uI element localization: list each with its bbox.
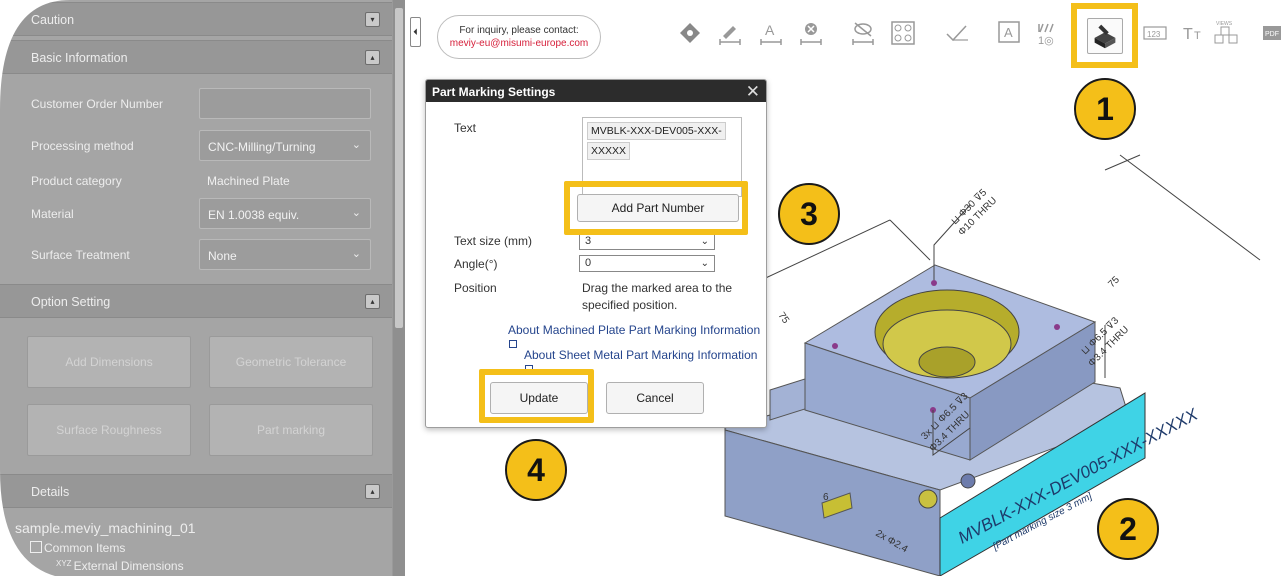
chevron-down-icon: ⌄ <box>351 248 361 260</box>
machined-plate-link-label: About Machined Plate Part Marking Inform… <box>508 323 761 337</box>
counterbore-hole <box>960 473 976 489</box>
target-icon[interactable] <box>676 20 704 50</box>
views-icon[interactable]: VIEWS <box>1212 20 1240 50</box>
step-badge-2: 2 <box>1097 498 1159 560</box>
hide-dimension-icon[interactable] <box>849 20 877 50</box>
dim-75: 75 <box>776 310 792 326</box>
text-label: Text <box>454 121 477 135</box>
counterbore-hole <box>918 489 938 509</box>
part-marking-settings-dialog: Part Marking Settings ✕ Text MVBLK-XXX-D… <box>425 79 767 428</box>
dim-6: 6 <box>823 492 829 503</box>
text-dimension-icon[interactable]: A <box>757 20 785 50</box>
processing-method-select[interactable]: CNC-Milling/Turning ⌄ <box>199 130 371 161</box>
sheet-metal-link-label: About Sheet Metal Part Marking Informati… <box>524 348 758 362</box>
position-label: Position <box>454 281 497 295</box>
inquiry-text: For inquiry, please contact: <box>459 25 579 36</box>
pocket-hole <box>918 346 976 378</box>
part-marking-icon[interactable] <box>1087 18 1123 54</box>
angle-select[interactable]: 0 ⌄ <box>579 255 715 272</box>
inquiry-box: For inquiry, please contact: meviy-eu@mi… <box>437 15 601 59</box>
angle-label: Angle(°) <box>454 257 498 271</box>
tolerance-icon[interactable]: 1◎ <box>1033 20 1061 50</box>
external-dimensions-label: External Dimensions <box>73 559 184 573</box>
text-value-line1: MVBLK-XXX-DEV005-XXX- <box>587 122 726 140</box>
text-size-select[interactable]: 3 ⌄ <box>579 233 715 250</box>
step-badge-1: 1 <box>1074 78 1136 140</box>
surface-treatment-select[interactable]: None ⌄ <box>199 239 371 270</box>
hole-marker <box>832 343 838 349</box>
part-marking-button[interactable]: Part marking <box>209 404 373 456</box>
close-icon[interactable]: ✕ <box>746 82 760 102</box>
machined-plate-info-link[interactable]: About Machined Plate Part Marking Inform… <box>508 323 766 351</box>
panel-corner-mask <box>0 0 70 576</box>
expand-caution-icon[interactable]: ▾ <box>365 12 380 27</box>
text-value-line2: XXXXX <box>587 142 631 160</box>
dim-75b: 75 <box>1106 274 1122 290</box>
update-highlight <box>479 369 594 423</box>
grid-icon[interactable] <box>889 20 917 50</box>
svg-text:PDF: PDF <box>1265 31 1279 38</box>
svg-text:T: T <box>1183 26 1193 43</box>
pdf-icon[interactable]: PDF <box>1260 20 1281 50</box>
material-select[interactable]: EN 1.0038 equiv. ⌄ <box>199 198 371 229</box>
check-icon[interactable] <box>943 20 971 50</box>
hole-marker <box>1054 324 1060 330</box>
collapse-basic-info-icon[interactable]: ▴ <box>365 50 380 65</box>
part-3d-view[interactable]: MVBLK-XXX-DEV005-XXX-XXXXX [Part marking… <box>700 60 1281 576</box>
collapse-details-icon[interactable]: ▴ <box>365 484 380 499</box>
inquiry-email[interactable]: meviy-eu@misumi-europe.com <box>438 38 600 49</box>
collapse-option-setting-icon[interactable]: ▴ <box>365 294 380 309</box>
svg-text:T: T <box>1194 30 1201 42</box>
svg-text:A: A <box>1004 25 1013 40</box>
cross-dimension-icon[interactable] <box>797 20 825 50</box>
dim-line <box>1104 154 1261 261</box>
material-value: EN 1.0038 equiv. <box>208 208 300 222</box>
processing-method-value: CNC-Milling/Turning <box>208 140 316 154</box>
font-size-icon[interactable]: TT <box>1180 20 1208 50</box>
chevron-down-icon: ⌄ <box>700 258 709 269</box>
counter-label: 123 <box>1147 30 1161 39</box>
product-category-value: Machined Plate <box>207 174 290 188</box>
counter-icon[interactable]: 123 <box>1141 20 1169 50</box>
text-size-label: Text size (mm) <box>454 234 532 248</box>
position-text-line1: Drag the marked area to the <box>582 281 733 295</box>
chevron-down-icon: ⌄ <box>351 139 361 151</box>
text-size-value: 3 <box>585 235 592 247</box>
svg-text:A: A <box>765 22 775 38</box>
part-marking-tool-highlight <box>1071 3 1138 68</box>
step-badge-4: 4 <box>505 439 567 501</box>
hole-marker <box>931 280 937 286</box>
text-box-icon[interactable]: A <box>995 20 1023 50</box>
left-panel-scrollbar[interactable] <box>393 0 405 576</box>
cancel-button[interactable]: Cancel <box>606 382 704 414</box>
chevron-down-icon: ⌄ <box>700 236 709 247</box>
position-text-line2: specified position. <box>582 298 678 312</box>
tree-item-external-dimensions[interactable]: XYZ External Dimensions <box>56 559 184 573</box>
dialog-title: Part Marking Settings <box>432 85 556 99</box>
svg-text:1◎: 1◎ <box>1038 35 1054 46</box>
views-label: VIEWS <box>1216 21 1233 27</box>
step-badge-3: 3 <box>778 183 840 245</box>
customer-order-input[interactable] <box>199 88 371 119</box>
add-part-number-highlight <box>564 181 748 235</box>
surface-treatment-value: None <box>208 249 237 263</box>
chevron-down-icon: ⌄ <box>351 207 361 219</box>
angle-value: 0 <box>585 257 592 269</box>
scrollbar-thumb[interactable] <box>395 8 403 328</box>
pencil-dimension-icon[interactable] <box>716 20 744 50</box>
external-link-icon <box>509 340 517 348</box>
dialog-header[interactable]: Part Marking Settings ✕ <box>426 80 766 102</box>
geometric-tolerance-button[interactable]: Geometric Tolerance <box>209 336 373 388</box>
collapse-left-panel-button[interactable]: ⏴ <box>410 17 421 47</box>
